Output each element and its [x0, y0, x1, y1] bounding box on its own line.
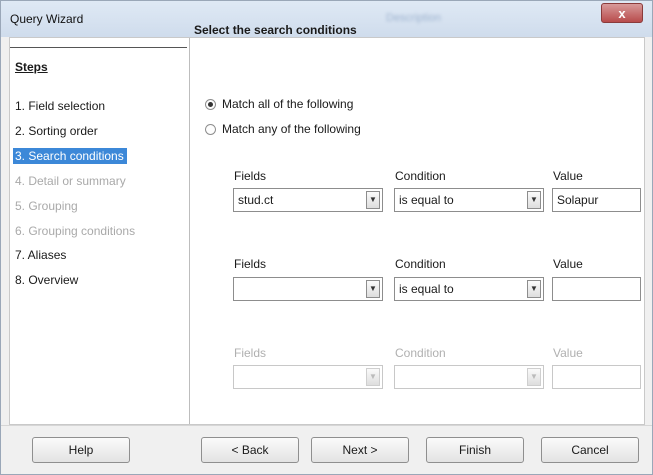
condition-select-2[interactable]: is equal to ▼ — [394, 277, 544, 301]
value-label-3: Value — [553, 346, 583, 360]
chevron-down-icon[interactable]: ▼ — [366, 191, 380, 209]
step-search-conditions[interactable]: 3. Search conditions — [13, 148, 127, 164]
fields-label-2: Fields — [234, 257, 267, 271]
condition-label-2: Condition — [395, 257, 446, 271]
back-button[interactable]: < Back — [201, 437, 299, 463]
footer-divider — [1, 425, 652, 426]
cancel-button[interactable]: Cancel — [541, 437, 639, 463]
chevron-down-icon: ▼ — [527, 368, 541, 386]
match-all-radio[interactable] — [205, 98, 216, 110]
step-field-selection[interactable]: 1. Field selection — [15, 99, 105, 113]
step-grouping-conditions: 6. Grouping conditions — [15, 224, 136, 238]
step-overview[interactable]: 8. Overview — [15, 273, 78, 287]
fields-label-1: Fields — [234, 169, 267, 183]
value-label-1: Value — [553, 169, 583, 183]
help-button[interactable]: Help — [32, 437, 130, 463]
field-select-1[interactable]: stud.ct ▼ — [233, 188, 383, 212]
condition-label-3: Condition — [395, 346, 446, 360]
condition-select-1[interactable]: is equal to ▼ — [394, 188, 544, 212]
step-sorting-order[interactable]: 2. Sorting order — [15, 124, 98, 138]
value-input-3 — [552, 365, 641, 389]
field-select-3: ▼ — [233, 365, 383, 389]
value-input-2[interactable] — [552, 277, 641, 301]
match-any-label: Match any of the following — [222, 122, 361, 136]
close-button[interactable]: x — [601, 3, 643, 23]
steps-divider — [10, 47, 187, 48]
steps-title: Steps — [15, 60, 48, 74]
fields-label-3: Fields — [234, 346, 267, 360]
match-all-label: Match all of the following — [222, 97, 354, 111]
close-icon: x — [618, 6, 626, 21]
chevron-down-icon[interactable]: ▼ — [527, 280, 541, 298]
match-any-option[interactable]: Match any of the following — [205, 122, 361, 136]
value-label-2: Value — [553, 257, 583, 271]
chevron-down-icon[interactable]: ▼ — [527, 191, 541, 209]
condition-label-1: Condition — [395, 169, 446, 183]
query-wizard-window: Query Wizard Description x Steps 1. Fiel… — [0, 0, 653, 475]
window-title: Query Wizard — [10, 12, 84, 26]
match-all-option[interactable]: Match all of the following — [205, 97, 353, 111]
value-input-1[interactable]: Solapur — [552, 188, 641, 212]
step-aliases[interactable]: 7. Aliases — [15, 248, 66, 262]
condition-select-3: ▼ — [394, 365, 544, 389]
field-select-1-value: stud.ct — [238, 193, 274, 207]
value-input-1-text: Solapur — [557, 193, 599, 207]
condition-select-1-value: is equal to — [399, 193, 454, 207]
main-title: Select the search conditions — [194, 23, 357, 37]
chevron-down-icon[interactable]: ▼ — [366, 280, 380, 298]
field-select-2[interactable]: ▼ — [233, 277, 383, 301]
step-grouping: 5. Grouping — [15, 199, 78, 213]
match-any-radio[interactable] — [205, 123, 216, 135]
window-ghost-title: Description — [386, 12, 442, 24]
step-detail-or-summary: 4. Detail or summary — [15, 174, 126, 188]
finish-button[interactable]: Finish — [426, 437, 524, 463]
next-button[interactable]: Next > — [311, 437, 409, 463]
chevron-down-icon: ▼ — [366, 368, 380, 386]
condition-select-2-value: is equal to — [399, 282, 454, 296]
steps-panel: Steps 1. Field selection 2. Sorting orde… — [10, 38, 190, 424]
